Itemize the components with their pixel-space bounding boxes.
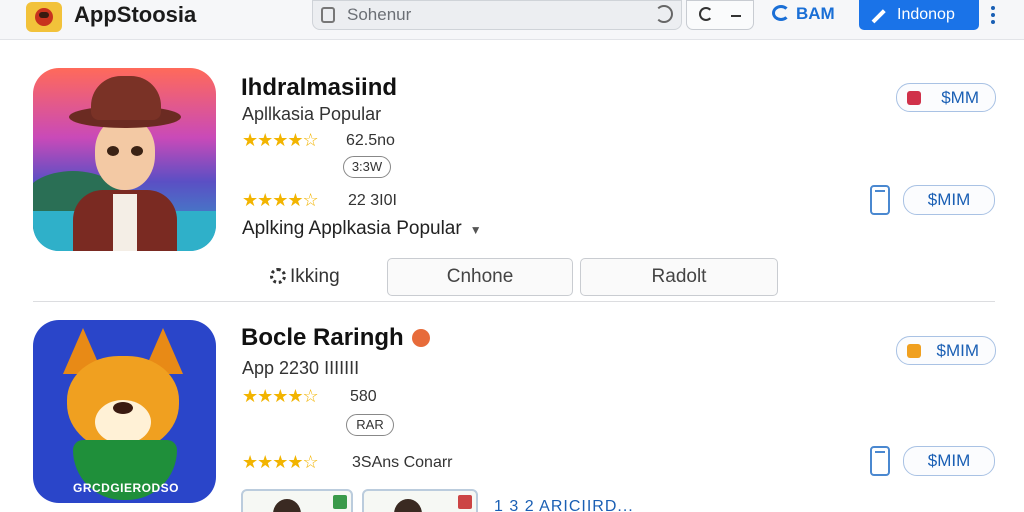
rating-count: 22 3I0I (348, 192, 397, 209)
screenshot-thumbnail[interactable] (362, 489, 478, 512)
language-button[interactable]: Indonop (859, 0, 979, 30)
install-button-label: $MIM (927, 451, 971, 470)
install-button-label: $MIM (927, 190, 971, 209)
category-label: Aplking Applkasia Popular (242, 218, 462, 239)
account-icon (772, 5, 790, 21)
app-thumbnail[interactable] (33, 68, 216, 251)
rating-count: 62.5no (346, 132, 395, 149)
more-menu-icon[interactable] (990, 6, 996, 24)
get-button[interactable]: $MIM (896, 336, 996, 365)
chevron-down-icon: ▼ (469, 223, 482, 237)
app-card: GRCDGIERODSO Bocle Raringh App 2230 IIII… (0, 302, 1024, 512)
rating-count: 580 (350, 388, 377, 405)
app-thumbnail[interactable]: GRCDGIERODSO (33, 320, 216, 503)
app-logo-icon[interactable] (26, 2, 62, 32)
app-name[interactable]: Ihdralmasiind (241, 74, 397, 102)
account-link[interactable]: BAM (772, 4, 835, 24)
get-button-label: $MIM (936, 341, 980, 360)
age-badge: 3:3W (343, 156, 391, 178)
account-link-label: BAM (796, 4, 835, 23)
price-tag-icon (907, 344, 921, 358)
app-title: AppStoosia (74, 2, 197, 27)
app-subtitle: App 2230 IIIIIII (242, 358, 360, 378)
search-icon (321, 7, 335, 23)
tab-ikking[interactable]: Ikking (270, 266, 340, 288)
phone-icon[interactable] (870, 185, 890, 215)
screenshot-thumbnail[interactable] (241, 489, 353, 512)
age-badge: RAR (346, 414, 394, 436)
tab-label: Ikking (290, 266, 340, 287)
minus-icon (731, 15, 741, 17)
thumbnail-banner: GRCDGIERODSO (72, 481, 179, 495)
app-name[interactable]: Bocle Raringh (241, 324, 430, 352)
app-name-label: Bocle Raringh (241, 324, 404, 351)
install-button[interactable]: $MIM (903, 185, 995, 215)
install-button[interactable]: $MIM (903, 446, 995, 476)
language-button-label: Indonop (897, 6, 955, 23)
tab-radolt[interactable]: Radolt (580, 258, 778, 296)
refresh-icon (699, 7, 713, 21)
refresh-button[interactable] (686, 0, 754, 30)
get-button[interactable]: $MM (896, 83, 996, 112)
star-rating: ★★★★☆ (242, 386, 319, 406)
tab-cnhone[interactable]: Cnhone (387, 258, 573, 296)
app-subtitle: Apllkasia Popular (242, 104, 382, 124)
top-bar: AppStoosia BAM Indonop (0, 0, 1024, 40)
price-tag-icon (907, 91, 921, 105)
search-input[interactable] (347, 4, 647, 26)
search-bar[interactable] (312, 0, 682, 30)
category-selector[interactable]: Aplking Applkasia Popular ▼ (242, 218, 482, 240)
edit-icon (871, 9, 886, 24)
fire-icon (411, 329, 430, 347)
gear-icon (270, 268, 286, 284)
rating-count: 3SAns Conarr (352, 454, 453, 471)
phone-icon[interactable] (870, 446, 890, 476)
voice-search-icon[interactable] (655, 5, 673, 23)
star-rating: ★★★★☆ (242, 452, 319, 472)
star-rating: ★★★★☆ (242, 190, 319, 210)
star-rating: ★★★★☆ (242, 130, 319, 150)
peek-text: 1 3 2 ARICIIRD... (494, 498, 634, 512)
get-button-label: $MM (941, 88, 979, 107)
